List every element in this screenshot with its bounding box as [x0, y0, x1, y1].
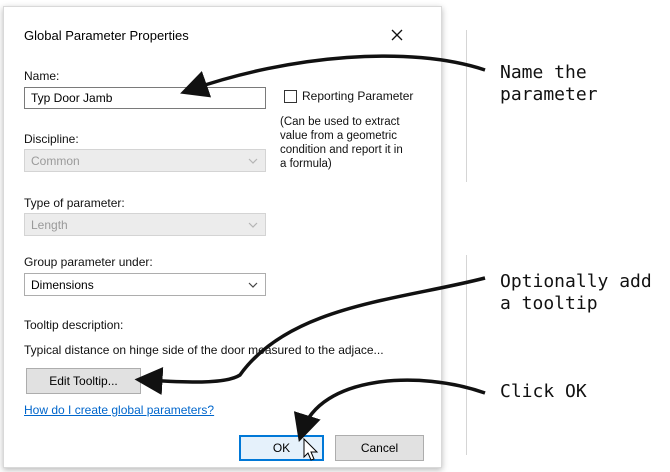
annotation-line: Optionally add [500, 271, 652, 292]
annotation-line: Name the [500, 62, 587, 83]
arrow-pointer [293, 378, 486, 443]
mouse-cursor-icon [303, 437, 319, 461]
annotation-ok: Click OK [500, 381, 587, 402]
annotation-tooltip: Optionally add a tooltip [500, 271, 652, 315]
annotation-line: parameter [500, 84, 598, 105]
arrow-pointer [180, 54, 486, 98]
arrow-pointer [134, 276, 486, 395]
annotation-name: Name the parameter [500, 62, 598, 106]
annotation-line: a tooltip [500, 293, 598, 314]
